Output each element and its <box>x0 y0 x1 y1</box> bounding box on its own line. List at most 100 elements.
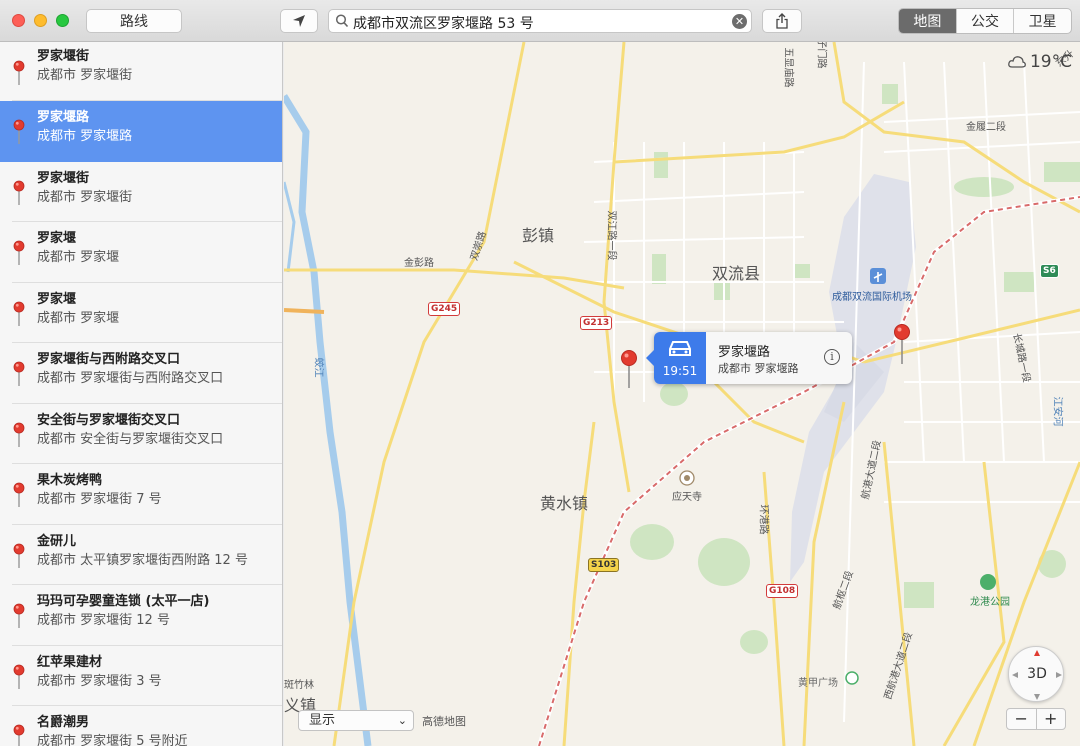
toolbar: 路线 成都市双流区罗家堰路 53 号 ✕ 地图 公交 卫星 <box>0 0 1080 42</box>
map-view[interactable]: 彭镇 双流县 黄水镇 成都双流国际机场 应天寺 龙港公园 黄甲广场 金彭路 双崇… <box>284 42 1080 746</box>
result-item[interactable]: 安全街与罗家堰街交叉口 成都市 安全街与罗家堰街交叉口 <box>12 404 282 464</box>
label-huangshui: 黄水镇 <box>540 494 589 513</box>
tab-satellite[interactable]: 卫星 <box>1013 9 1071 33</box>
3d-label: 3D <box>1027 666 1047 682</box>
place-callout[interactable]: 19:51 罗家堰路 成都市 罗家堰路 i <box>646 332 852 384</box>
label-wuguan-road: 五显庙路 <box>782 47 794 88</box>
minimize-window-button[interactable] <box>34 14 47 27</box>
label-jiaolou: 蛟江 <box>312 357 324 378</box>
label-huanhu-road: 环港路 <box>757 504 769 535</box>
result-address: 成都市 罗家堰 <box>37 250 120 265</box>
zoom-out-button[interactable]: − <box>1007 709 1037 729</box>
map-pin-icon <box>13 422 25 447</box>
maps-window: 路线 成都市双流区罗家堰路 53 号 ✕ 地图 公交 卫星 罗家堰街成都市 罗家… <box>0 0 1080 746</box>
zoom-in-button[interactable]: + <box>1037 709 1066 729</box>
drive-time: 19:51 <box>662 364 698 378</box>
map-type-segmented-control: 地图 公交 卫星 <box>898 8 1072 34</box>
result-address: 成都市 罗家堰街 12 号 <box>37 613 170 628</box>
map-credit: 高德地图 <box>422 715 466 728</box>
map-pin-red-icon-2 <box>894 324 910 364</box>
result-address: 成都市 罗家堰 <box>37 310 120 326</box>
weather-temperature: 19°C <box>1029 52 1072 72</box>
result-address: 成都市 罗家堰街 5 号附近 <box>37 734 188 746</box>
result-item[interactable]: 罗家堰街成都市 罗家堰街 <box>12 42 282 101</box>
result-item[interactable]: 红苹果建材成都市 罗家堰街 3 号 <box>12 646 282 706</box>
route-label: 路线 <box>120 14 148 30</box>
label-yingtiansi: 应天寺 <box>672 492 702 503</box>
info-icon[interactable]: i <box>824 349 840 365</box>
result-item[interactable]: 果木炭烤鸭成都市 罗家堰街 7 号 <box>12 464 282 525</box>
result-item[interactable]: 罗家堰街 成都市 罗家堰街 <box>12 162 282 222</box>
drive-time-button[interactable]: 19:51 <box>654 332 706 384</box>
label-shuangjiang-road: 双江路一段 <box>605 210 617 261</box>
clear-search-icon[interactable]: ✕ <box>732 14 747 29</box>
result-name: 果木炭烤鸭 <box>37 473 103 488</box>
chevron-down-icon: ⌄ <box>397 714 407 727</box>
label-shuangliu: 双流县 <box>712 264 761 283</box>
route-button[interactable]: 路线 <box>86 9 182 33</box>
result-name: 金研儿 <box>37 533 77 549</box>
result-name: 玛玛可孕婴童连锁 (太平一店) <box>37 594 210 609</box>
search-input[interactable]: 成都市双流区罗家堰路 53 号 <box>353 13 534 33</box>
map-pin-icon <box>13 60 25 85</box>
result-item[interactable]: 罗家堰成都市 罗家堰 <box>12 283 282 343</box>
result-name: 罗家堰 <box>37 231 77 246</box>
share-icon <box>776 13 788 29</box>
label-jiangan-he: 江安河 <box>1051 396 1063 427</box>
label-jinhe-2: 金履二段 <box>966 122 1006 133</box>
result-name: 罗家堰街 <box>37 170 90 186</box>
map-pin-icon <box>13 119 25 144</box>
tab-map[interactable]: 地图 <box>899 9 956 33</box>
shield-g213: G213 <box>580 316 613 330</box>
share-button[interactable] <box>762 9 802 33</box>
result-address: 成都市 罗家堰街 <box>37 68 133 83</box>
result-item[interactable]: 罗家堰成都市 罗家堰 <box>12 222 282 283</box>
result-name: 安全街与罗家堰街交叉口 <box>37 412 181 428</box>
result-address: 成都市 罗家堰街与西附路交叉口 <box>37 371 224 386</box>
map-pin-icon <box>13 664 25 689</box>
label-pengzhen: 彭镇 <box>522 226 555 245</box>
search-field[interactable]: 成都市双流区罗家堰路 53 号 ✕ <box>328 9 752 33</box>
map-pin-icon <box>13 543 25 568</box>
tab-transit[interactable]: 公交 <box>955 9 1014 33</box>
label-banzhulin: 斑竹林 <box>284 680 314 691</box>
result-item[interactable]: 名爵潮男成都市 罗家堰街 5 号附近 <box>12 706 282 746</box>
result-address: 成都市 太平镇罗家堰街西附路 12 号 <box>37 552 248 568</box>
map-pin-icon <box>13 180 25 205</box>
label-jinpeng-road: 金彭路 <box>404 258 434 269</box>
result-item[interactable]: 罗家堰街与西附路交叉口成都市 罗家堰街与西附路交叉口 <box>12 343 282 404</box>
car-icon <box>669 341 691 356</box>
map-pin-icon <box>13 361 25 386</box>
compass-3d-control[interactable]: 3D <box>1008 646 1064 702</box>
result-address: 成都市 罗家堰街 3 号 <box>37 673 162 689</box>
close-window-button[interactable] <box>12 14 25 27</box>
show-dropdown[interactable]: 显示 ⌄ <box>298 710 414 731</box>
shield-g245: G245 <box>428 302 461 316</box>
shield-s6: S6 <box>1040 264 1059 278</box>
current-location-button[interactable] <box>280 9 318 33</box>
result-address: 成都市 罗家堰路 <box>37 129 133 144</box>
map-pin-icon <box>13 603 25 628</box>
result-name: 罗家堰街与西附路交叉口 <box>37 352 181 367</box>
maximize-window-button[interactable] <box>56 14 69 27</box>
result-address: 成都市 罗家堰街 7 号 <box>37 492 162 507</box>
result-item[interactable]: 罗家堰路成都市 罗家堰路 <box>0 101 282 162</box>
map-pin-red-icon <box>621 350 637 388</box>
label-longgang-park: 龙港公园 <box>970 597 1010 608</box>
result-name: 罗家堰街 <box>37 49 90 64</box>
map-pin-icon <box>13 724 25 746</box>
map-pin-icon <box>13 482 25 507</box>
result-item[interactable]: 玛玛可孕婴童连锁 (太平一店) 成都市 罗家堰街 12 号 <box>12 585 282 646</box>
result-name: 罗家堰 <box>37 291 77 307</box>
result-name: 名爵潮男 <box>37 715 90 730</box>
location-arrow-icon <box>293 15 305 27</box>
result-name: 红苹果建材 <box>37 654 103 670</box>
zoom-control: − + <box>1006 708 1066 730</box>
map-pin-icon <box>13 301 25 326</box>
weather-display: 19°C <box>1008 52 1072 72</box>
label-zimen-road: 子门路 <box>815 42 827 69</box>
shield-s103: S103 <box>588 558 620 572</box>
result-item[interactable]: 金研儿成都市 太平镇罗家堰街西附路 12 号 <box>12 525 282 585</box>
callout-subtitle: 成都市 罗家堰路 <box>718 362 799 375</box>
result-name: 罗家堰路 <box>37 110 90 125</box>
